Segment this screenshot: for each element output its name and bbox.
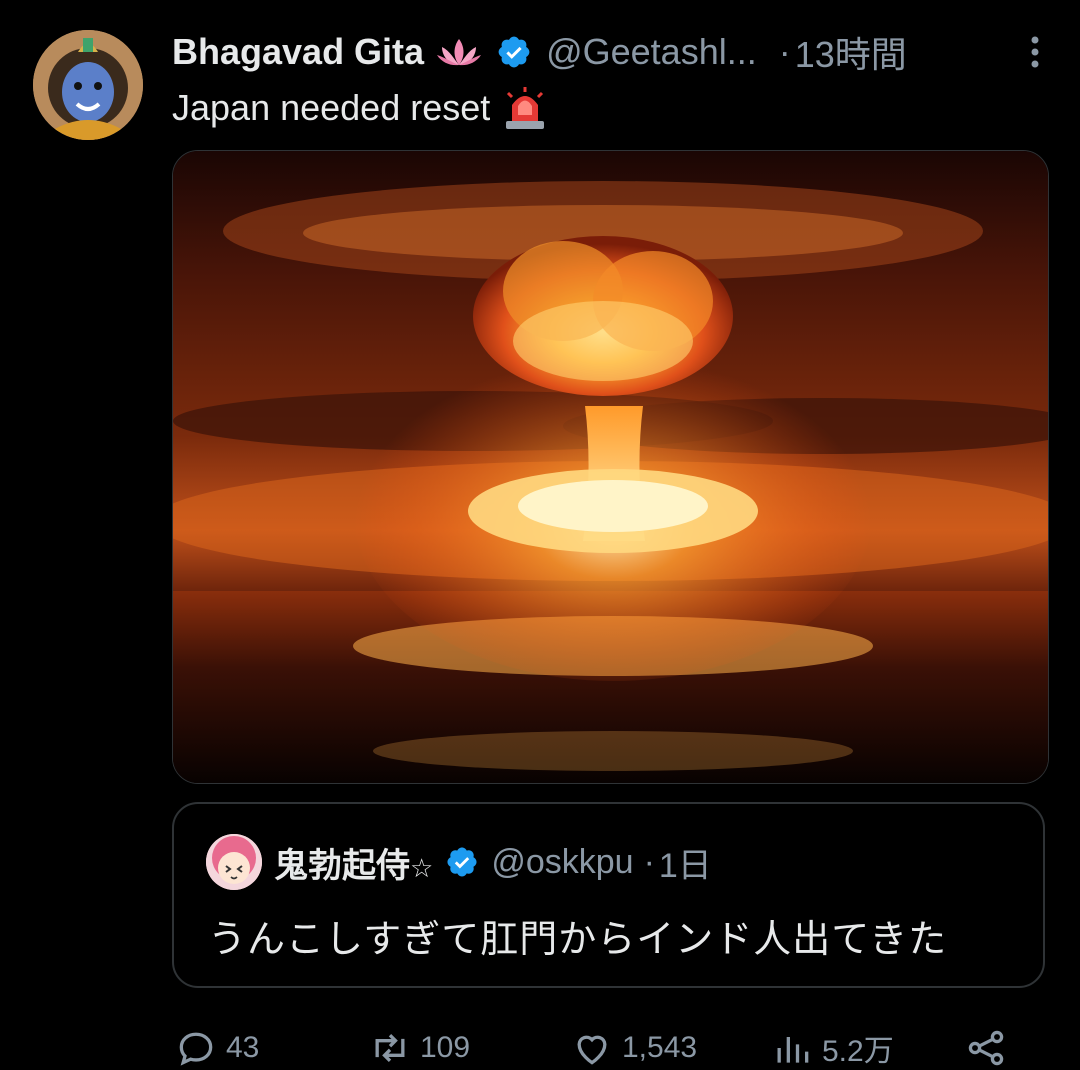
quoted-author-name[interactable]: 鬼勃起侍☆ [274, 838, 433, 887]
views-chart-icon [777, 1037, 809, 1063]
separator-dot: · [643, 842, 655, 881]
tweet-text: Japan needed reset [172, 87, 491, 128]
more-options-icon[interactable] [1020, 32, 1050, 72]
tweet-body: Japan needed reset [172, 84, 548, 132]
like-button[interactable]: 1,543 [570, 1026, 697, 1070]
separator-dot: · [778, 31, 791, 72]
tweet-action-bar: 43 109 1,543 5.2万 [172, 1020, 1032, 1068]
views-count: 5.2万 [822, 1035, 894, 1068]
like-count: 1,543 [622, 1031, 698, 1064]
tweet-media-image[interactable] [172, 150, 1049, 784]
tweet-timestamp[interactable]: 13時間 [795, 26, 907, 78]
author-handle[interactable]: @Geetashl... [546, 31, 757, 73]
heart-icon [577, 1035, 607, 1065]
retweet-count: 109 [420, 1031, 471, 1064]
quoted-tweet-header: 鬼勃起侍☆ @oskkpu · 1日 [274, 838, 712, 886]
views-button[interactable]: 5.2万 [770, 1026, 894, 1070]
verified-badge-icon [498, 36, 530, 68]
verified-badge-icon [447, 847, 477, 877]
tweet-header: Bhagavad Gita @Geetashl... · 13時間 [172, 28, 1050, 76]
quoted-tweet-text: うんこしすぎて肛門からインド人出てきた [208, 919, 948, 961]
share-icon [968, 1030, 1004, 1066]
quoted-author-handle[interactable]: @oskkpu [491, 843, 633, 882]
star-symbol: ☆ [410, 852, 434, 883]
reply-button[interactable]: 43 [174, 1026, 259, 1070]
lotus-emoji-icon [437, 39, 482, 66]
author-avatar[interactable] [33, 30, 143, 140]
retweet-button[interactable]: 109 [368, 1026, 470, 1070]
quoted-tweet[interactable]: 鬼勃起侍☆ @oskkpu · 1日 うんこしすぎて肛門からインド人出てきた [172, 802, 1045, 988]
quoted-author-avatar[interactable] [206, 834, 262, 890]
author-name[interactable]: Bhagavad Gita [172, 31, 424, 73]
reply-count: 43 [226, 1031, 260, 1064]
share-button[interactable] [964, 1026, 1016, 1070]
retweet-icon [375, 1033, 405, 1063]
reply-icon [179, 1032, 213, 1066]
quoted-tweet-timestamp[interactable]: 1日 [659, 838, 712, 887]
rotating-light-emoji-icon [506, 87, 545, 129]
